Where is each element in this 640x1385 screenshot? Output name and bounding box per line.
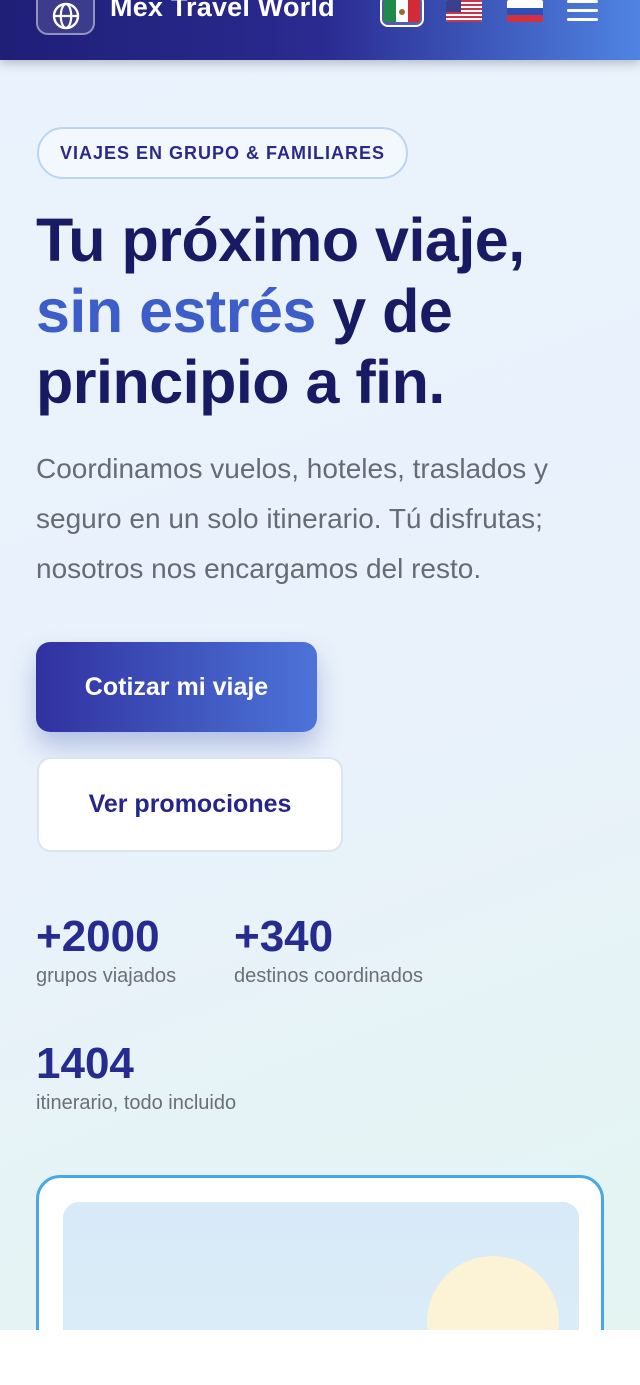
stat-label: destinos coordinados <box>234 965 424 987</box>
stat-value: +2000 <box>36 912 160 961</box>
page: Mex Travel World VIAJES EN GRUPO & FAMIL… <box>0 0 640 1330</box>
brand-name[interactable]: Mex Travel World <box>110 0 335 23</box>
language-es-button[interactable] <box>380 0 424 27</box>
view-promotions-button[interactable]: Ver promociones <box>37 757 343 852</box>
stat-label: itinerario, todo incluido <box>36 1092 237 1114</box>
stat-groups: +2000 grupos viajados <box>36 913 176 989</box>
top-nav-bar: Mex Travel World <box>0 0 640 60</box>
language-ru-button[interactable] <box>503 0 547 27</box>
russia-flag-icon <box>507 0 543 22</box>
stat-value: +340 <box>234 912 334 961</box>
hamburger-menu-icon[interactable] <box>562 0 602 22</box>
stat-destinations: +340 destinos coordinados <box>234 913 423 989</box>
hero-illustration-card <box>36 1175 604 1330</box>
language-en-button[interactable] <box>442 0 486 27</box>
hero-title-line2: y de <box>315 277 453 345</box>
quote-trip-button[interactable]: Cotizar mi viaje <box>36 642 317 732</box>
stat-label: grupos viajados <box>36 965 177 987</box>
logo[interactable] <box>36 0 95 35</box>
usa-flag-icon <box>446 0 482 22</box>
mexico-flag-icon <box>384 0 420 22</box>
illustration-sky <box>63 1202 579 1330</box>
category-badge: VIAJES EN GRUPO & FAMILIARES <box>37 127 409 179</box>
sun-icon <box>427 1256 559 1330</box>
hero-title-line3: principio a fin. <box>36 348 445 416</box>
stat-itinerary: 1404 itinerario, todo incluido <box>36 1040 236 1116</box>
globe-icon <box>52 2 79 29</box>
hero-title: Tu próximo viaje, sin estrés y de princi… <box>36 205 616 418</box>
hero-title-line1: Tu próximo viaje, <box>36 206 525 274</box>
hero-title-accent: sin estrés <box>36 277 316 345</box>
hero-subtitle: Coordinamos vuelos, hoteles, traslados y… <box>36 453 549 584</box>
stat-value: 1404 <box>36 1039 134 1088</box>
